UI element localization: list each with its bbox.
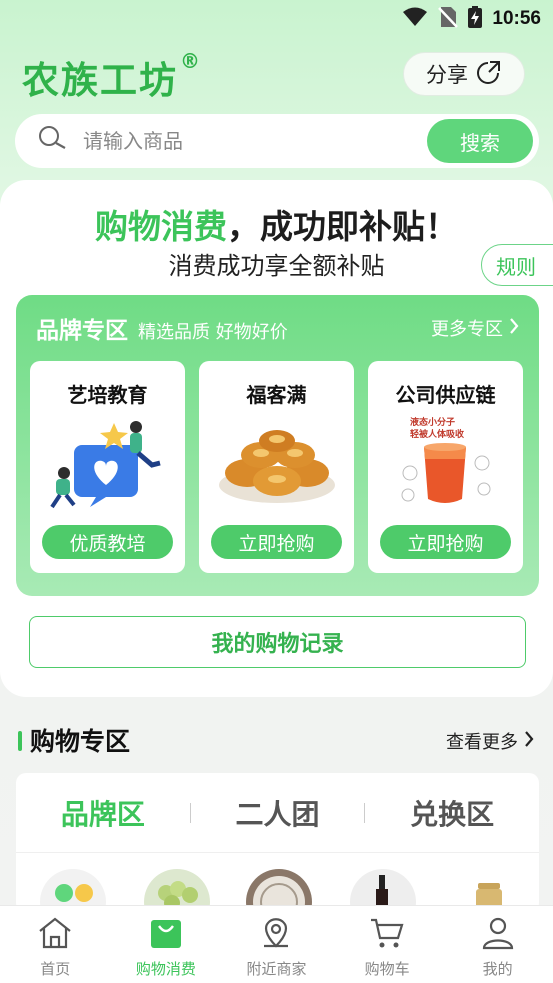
- user-icon: [480, 916, 516, 954]
- tab-label: 附近商家: [246, 960, 307, 978]
- search-bar: 搜索: [15, 114, 539, 168]
- chevron-right-icon: [509, 317, 519, 339]
- brand-card-education[interactable]: 艺培教育 优质教培: [30, 361, 185, 573]
- juice-image: 液态小分子 轻被人体吸收: [380, 415, 511, 509]
- tab-label: 购物车: [364, 960, 410, 978]
- brand-card-name: 公司供应链: [395, 383, 496, 407]
- home-icon: [37, 916, 73, 954]
- brand-card-name: 福客满: [246, 383, 307, 407]
- tab-label: 首页: [40, 960, 71, 978]
- rule-button[interactable]: 规则: [481, 244, 553, 286]
- status-bar: 10:56: [0, 0, 553, 38]
- chevron-right-icon: [524, 730, 534, 752]
- bottom-tab-bar: 首页 购物消费 附近商家 购物车 我的: [0, 905, 553, 983]
- education-illustration: [42, 415, 173, 509]
- brand-card-supply-chain[interactable]: 公司供应链 液态小分子 轻被人体吸收 立即抢购: [368, 361, 523, 573]
- location-icon: [258, 916, 294, 954]
- shopping-bag-icon: [148, 916, 184, 954]
- shop-section-header: 购物专区 查看更多: [18, 720, 538, 760]
- section-accent-bar: [18, 731, 22, 751]
- svg-text:轻被人体吸收: 轻被人体吸收: [410, 428, 464, 440]
- tab-label: 我的: [482, 960, 513, 978]
- app-logo: 农族工坊 ®: [22, 48, 202, 102]
- tabbar-profile[interactable]: 我的: [442, 906, 553, 983]
- shop-section-title: 购物专区: [30, 727, 131, 756]
- promo-title: 购物消费，成功即补贴！: [95, 207, 458, 246]
- status-time: 10:56: [492, 8, 541, 29]
- tab-exchange-zone[interactable]: 兑换区: [365, 793, 539, 833]
- subsidy-card: 购物消费，成功即补贴！ 消费成功享全额补贴 规则 品牌专区 精选品质 好物好价 …: [0, 180, 553, 697]
- shop-tabs: 品牌区 二人团 兑换区: [16, 773, 539, 853]
- svg-text:液态小分子: 液态小分子: [410, 416, 455, 428]
- brand-card-name: 艺培教育: [67, 383, 148, 407]
- share-button[interactable]: 分享: [403, 52, 525, 96]
- brand-card-pastry[interactable]: 福客满 立即抢购: [199, 361, 354, 573]
- share-icon: [476, 59, 502, 90]
- wifi-icon: [402, 7, 428, 31]
- tab-label: 购物消费: [135, 960, 196, 978]
- tabbar-home[interactable]: 首页: [0, 906, 111, 983]
- tab-group-buy[interactable]: 二人团: [191, 793, 365, 833]
- search-icon: [37, 124, 67, 158]
- shopping-record-button[interactable]: 我的购物记录: [29, 616, 526, 668]
- brand-card-button[interactable]: 立即抢购: [380, 525, 511, 559]
- cart-icon: [369, 916, 405, 954]
- search-input[interactable]: [83, 129, 393, 153]
- header: 农族工坊 ® 分享: [0, 46, 553, 102]
- tabbar-cart[interactable]: 购物车: [332, 906, 443, 983]
- shop-card: 品牌区 二人团 兑换区: [16, 773, 539, 913]
- pastry-image: [211, 415, 342, 509]
- brand-card-button[interactable]: 立即抢购: [211, 525, 342, 559]
- tabbar-shopping[interactable]: 购物消费: [111, 906, 222, 983]
- brand-zone-slogan: 精选品质 好物好价: [138, 322, 288, 343]
- tabbar-nearby[interactable]: 附近商家: [221, 906, 332, 983]
- more-zones-link[interactable]: 更多专区: [431, 315, 519, 341]
- brand-zone-title: 品牌专区: [36, 318, 128, 344]
- view-more-link[interactable]: 查看更多: [446, 728, 534, 754]
- brand-zone: 品牌专区 精选品质 好物好价 更多专区 艺培教育 优质教培 福客满 立即抢购 公…: [16, 295, 539, 596]
- promo-subtitle: 消费成功享全额补贴: [168, 252, 385, 280]
- brand-card-button[interactable]: 优质教培: [42, 525, 173, 559]
- search-button[interactable]: 搜索: [427, 119, 533, 163]
- battery-charging-icon: [468, 6, 483, 32]
- no-sim-icon: [438, 6, 459, 32]
- tab-brand-zone[interactable]: 品牌区: [16, 793, 190, 833]
- share-label: 分享: [426, 63, 468, 87]
